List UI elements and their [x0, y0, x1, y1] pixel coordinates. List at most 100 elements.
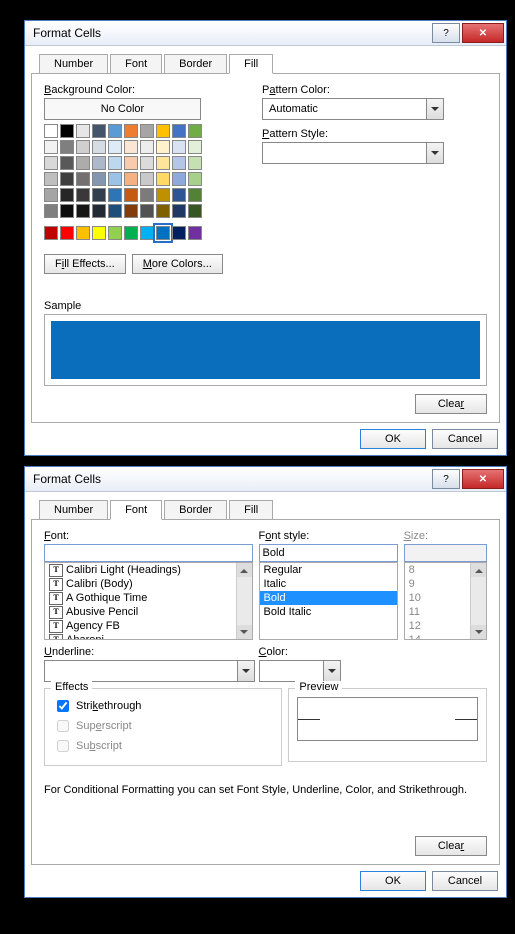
color-swatch[interactable]: [76, 124, 90, 138]
color-swatch[interactable]: [140, 124, 154, 138]
color-swatch[interactable]: [44, 226, 58, 240]
color-swatch[interactable]: [60, 188, 74, 202]
color-swatch[interactable]: [92, 156, 106, 170]
color-swatch[interactable]: [108, 226, 122, 240]
ok-button[interactable]: OK: [360, 429, 426, 449]
color-swatch[interactable]: [76, 226, 90, 240]
size-listbox[interactable]: 8910111214: [404, 562, 487, 640]
color-swatch[interactable]: [76, 188, 90, 202]
titlebar[interactable]: Format Cells ? ✕: [25, 21, 506, 46]
color-swatch[interactable]: [172, 156, 186, 170]
color-swatch[interactable]: [44, 204, 58, 218]
color-swatch[interactable]: [188, 140, 202, 154]
color-swatch[interactable]: [140, 204, 154, 218]
list-item[interactable]: TAgency FB: [45, 619, 252, 633]
pattern-color-combo[interactable]: Automatic: [262, 98, 444, 120]
close-button[interactable]: ✕: [462, 23, 504, 43]
ok-button[interactable]: OK: [360, 871, 426, 891]
list-item[interactable]: TA Gothique Time: [45, 591, 252, 605]
pattern-style-combo[interactable]: [262, 142, 444, 164]
color-swatch[interactable]: [172, 188, 186, 202]
underline-combo[interactable]: [44, 660, 255, 682]
help-button[interactable]: ?: [432, 23, 460, 43]
color-swatch[interactable]: [108, 172, 122, 186]
color-swatch[interactable]: [140, 172, 154, 186]
color-swatch[interactable]: [156, 156, 170, 170]
color-swatch[interactable]: [124, 140, 138, 154]
color-swatch[interactable]: [156, 188, 170, 202]
color-swatch[interactable]: [124, 156, 138, 170]
color-swatch[interactable]: [60, 156, 74, 170]
color-swatch[interactable]: [108, 188, 122, 202]
color-swatch[interactable]: [124, 124, 138, 138]
color-swatch[interactable]: [172, 172, 186, 186]
font-style-input[interactable]: [259, 544, 398, 562]
font-style-listbox[interactable]: RegularItalicBoldBold Italic: [259, 562, 398, 640]
chevron-down-icon[interactable]: [426, 143, 443, 163]
titlebar[interactable]: Format Cells ? ✕: [25, 467, 506, 492]
subscript-checkbox[interactable]: Subscript: [53, 737, 273, 755]
font-input[interactable]: [44, 544, 253, 562]
color-swatch[interactable]: [124, 172, 138, 186]
chevron-down-icon[interactable]: [426, 99, 443, 119]
close-button[interactable]: ✕: [462, 469, 504, 489]
cancel-button[interactable]: Cancel: [432, 429, 498, 449]
color-combo[interactable]: [259, 660, 341, 682]
list-item[interactable]: TAbusive Pencil: [45, 605, 252, 619]
tab-fill[interactable]: Fill: [229, 500, 273, 520]
color-swatch[interactable]: [156, 172, 170, 186]
clear-button[interactable]: Clear: [415, 836, 487, 856]
color-swatch[interactable]: [156, 124, 170, 138]
list-item[interactable]: TAharoni: [45, 633, 252, 640]
color-swatch[interactable]: [76, 140, 90, 154]
color-swatch[interactable]: [44, 188, 58, 202]
color-swatch[interactable]: [92, 204, 106, 218]
color-swatch[interactable]: [140, 140, 154, 154]
list-item[interactable]: TCalibri Light (Headings): [45, 563, 252, 577]
color-swatch[interactable]: [140, 226, 154, 240]
color-swatch[interactable]: [156, 140, 170, 154]
color-swatch[interactable]: [188, 124, 202, 138]
color-swatch[interactable]: [92, 226, 106, 240]
color-swatch[interactable]: [156, 226, 170, 240]
superscript-checkbox[interactable]: Superscript: [53, 717, 273, 735]
color-swatch[interactable]: [188, 188, 202, 202]
color-swatch[interactable]: [172, 124, 186, 138]
tab-border[interactable]: Border: [164, 500, 227, 520]
strikethrough-checkbox[interactable]: Strikethrough: [53, 697, 273, 715]
tab-number[interactable]: Number: [39, 500, 108, 520]
color-swatch[interactable]: [76, 156, 90, 170]
list-item[interactable]: Regular: [260, 563, 397, 577]
color-swatch[interactable]: [92, 124, 106, 138]
color-swatch[interactable]: [44, 156, 58, 170]
color-swatch[interactable]: [140, 156, 154, 170]
color-swatch[interactable]: [124, 226, 138, 240]
fill-effects-button[interactable]: Fill Effects...: [44, 254, 126, 274]
clear-button[interactable]: Clear: [415, 394, 487, 414]
color-swatch[interactable]: [44, 140, 58, 154]
color-swatch[interactable]: [92, 188, 106, 202]
color-swatch[interactable]: [188, 204, 202, 218]
color-swatch[interactable]: [172, 226, 186, 240]
list-item[interactable]: TCalibri (Body): [45, 577, 252, 591]
color-swatch[interactable]: [108, 124, 122, 138]
tab-border[interactable]: Border: [164, 54, 227, 74]
color-swatch[interactable]: [108, 156, 122, 170]
tab-font[interactable]: Font: [110, 54, 162, 74]
more-colors-button[interactable]: More Colors...: [132, 254, 223, 274]
color-swatch[interactable]: [172, 140, 186, 154]
tab-font[interactable]: Font: [110, 500, 162, 520]
color-swatch[interactable]: [124, 188, 138, 202]
font-listbox[interactable]: TCalibri Light (Headings)TCalibri (Body)…: [44, 562, 253, 640]
list-item[interactable]: Bold Italic: [260, 605, 397, 619]
color-swatch[interactable]: [60, 226, 74, 240]
color-swatch[interactable]: [44, 172, 58, 186]
color-swatch[interactable]: [76, 204, 90, 218]
color-swatch[interactable]: [60, 140, 74, 154]
tab-fill[interactable]: Fill: [229, 54, 273, 74]
color-swatch[interactable]: [172, 204, 186, 218]
color-swatch[interactable]: [124, 204, 138, 218]
color-swatch[interactable]: [188, 156, 202, 170]
color-swatch[interactable]: [188, 226, 202, 240]
color-swatch[interactable]: [60, 124, 74, 138]
